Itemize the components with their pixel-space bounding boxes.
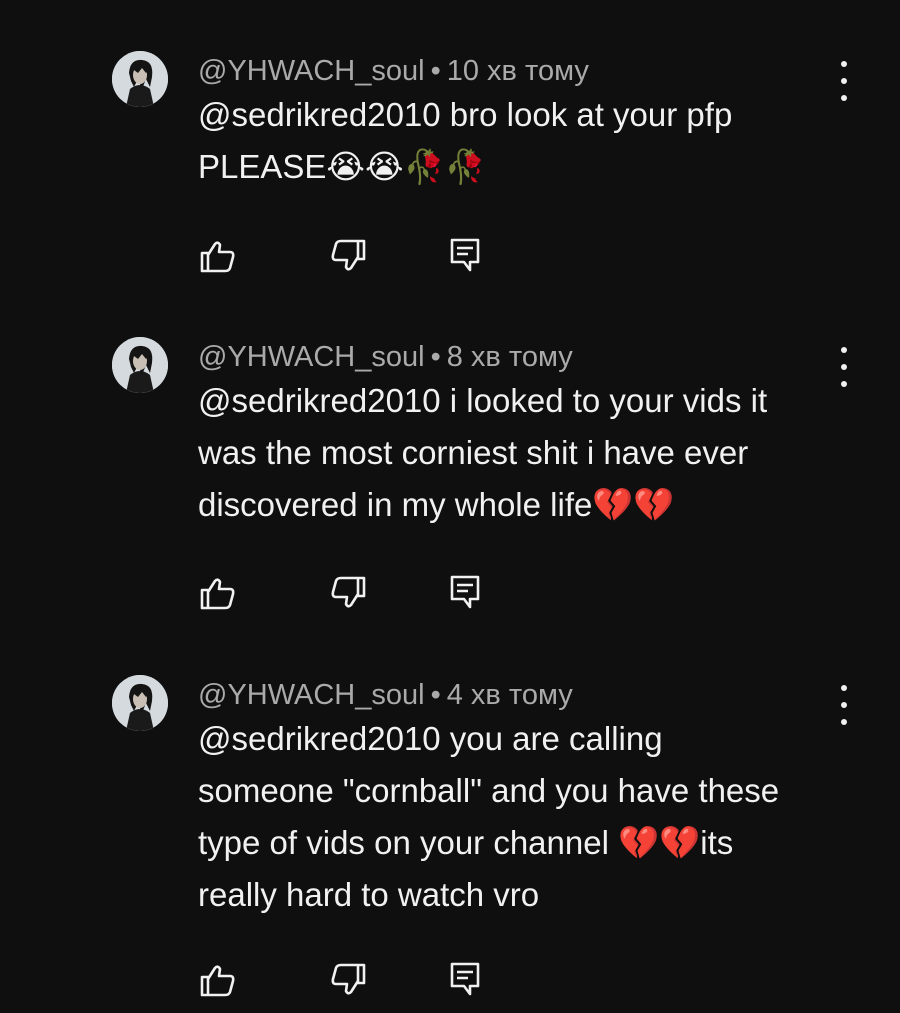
comment-time: 10 хв тому (446, 55, 589, 87)
reply-icon (450, 575, 480, 609)
comment-actions (198, 573, 498, 613)
comment-text: @sedrikred2010 i looked to your vids it … (198, 382, 768, 523)
dislike-button[interactable] (328, 960, 368, 1000)
avatar[interactable] (112, 675, 168, 731)
thumbs-down-icon (331, 963, 366, 995)
reply-button[interactable] (446, 573, 486, 613)
comment-text: @sedrikred2010 bro look at your pfp PLEA… (198, 96, 733, 185)
reply-button[interactable] (446, 236, 486, 276)
comment-time: 8 хв тому (446, 341, 573, 373)
reply-icon (450, 238, 480, 272)
comment-actions (198, 960, 498, 1000)
dislike-button[interactable] (328, 236, 368, 276)
comment-author[interactable]: @YHWACH_soul (198, 341, 425, 373)
like-button[interactable] (198, 960, 238, 1000)
meta-separator: • (430, 679, 441, 711)
dislike-button[interactable] (328, 573, 368, 613)
avatar-image (112, 337, 168, 393)
reply-button[interactable] (446, 960, 486, 1000)
like-button[interactable] (198, 236, 238, 276)
comment-meta: @YHWACH_soul • 10 хв тому (198, 53, 589, 89)
comment-author[interactable]: @YHWACH_soul (198, 55, 425, 87)
reply-icon (450, 962, 480, 996)
avatar[interactable] (112, 51, 168, 107)
thumbs-down-icon (331, 576, 366, 608)
avatar-image (112, 51, 168, 107)
avatar-image (112, 675, 168, 731)
comment-text: @sedrikred2010 you are calling someone "… (198, 720, 780, 913)
comment-actions (198, 236, 498, 276)
comment-time: 4 хв тому (446, 679, 573, 711)
thumbs-up-icon (200, 965, 235, 997)
comment-author[interactable]: @YHWACH_soul (198, 679, 425, 711)
thumbs-up-icon (200, 241, 235, 273)
thumbs-down-icon (331, 239, 366, 271)
meta-separator: • (430, 341, 441, 373)
comment-meta: @YHWACH_soul • 8 хв тому (198, 339, 573, 375)
meta-separator: • (430, 55, 441, 87)
like-button[interactable] (198, 573, 238, 613)
avatar[interactable] (112, 337, 168, 393)
comment-meta: @YHWACH_soul • 4 хв тому (198, 677, 573, 713)
thumbs-up-icon (200, 578, 235, 610)
